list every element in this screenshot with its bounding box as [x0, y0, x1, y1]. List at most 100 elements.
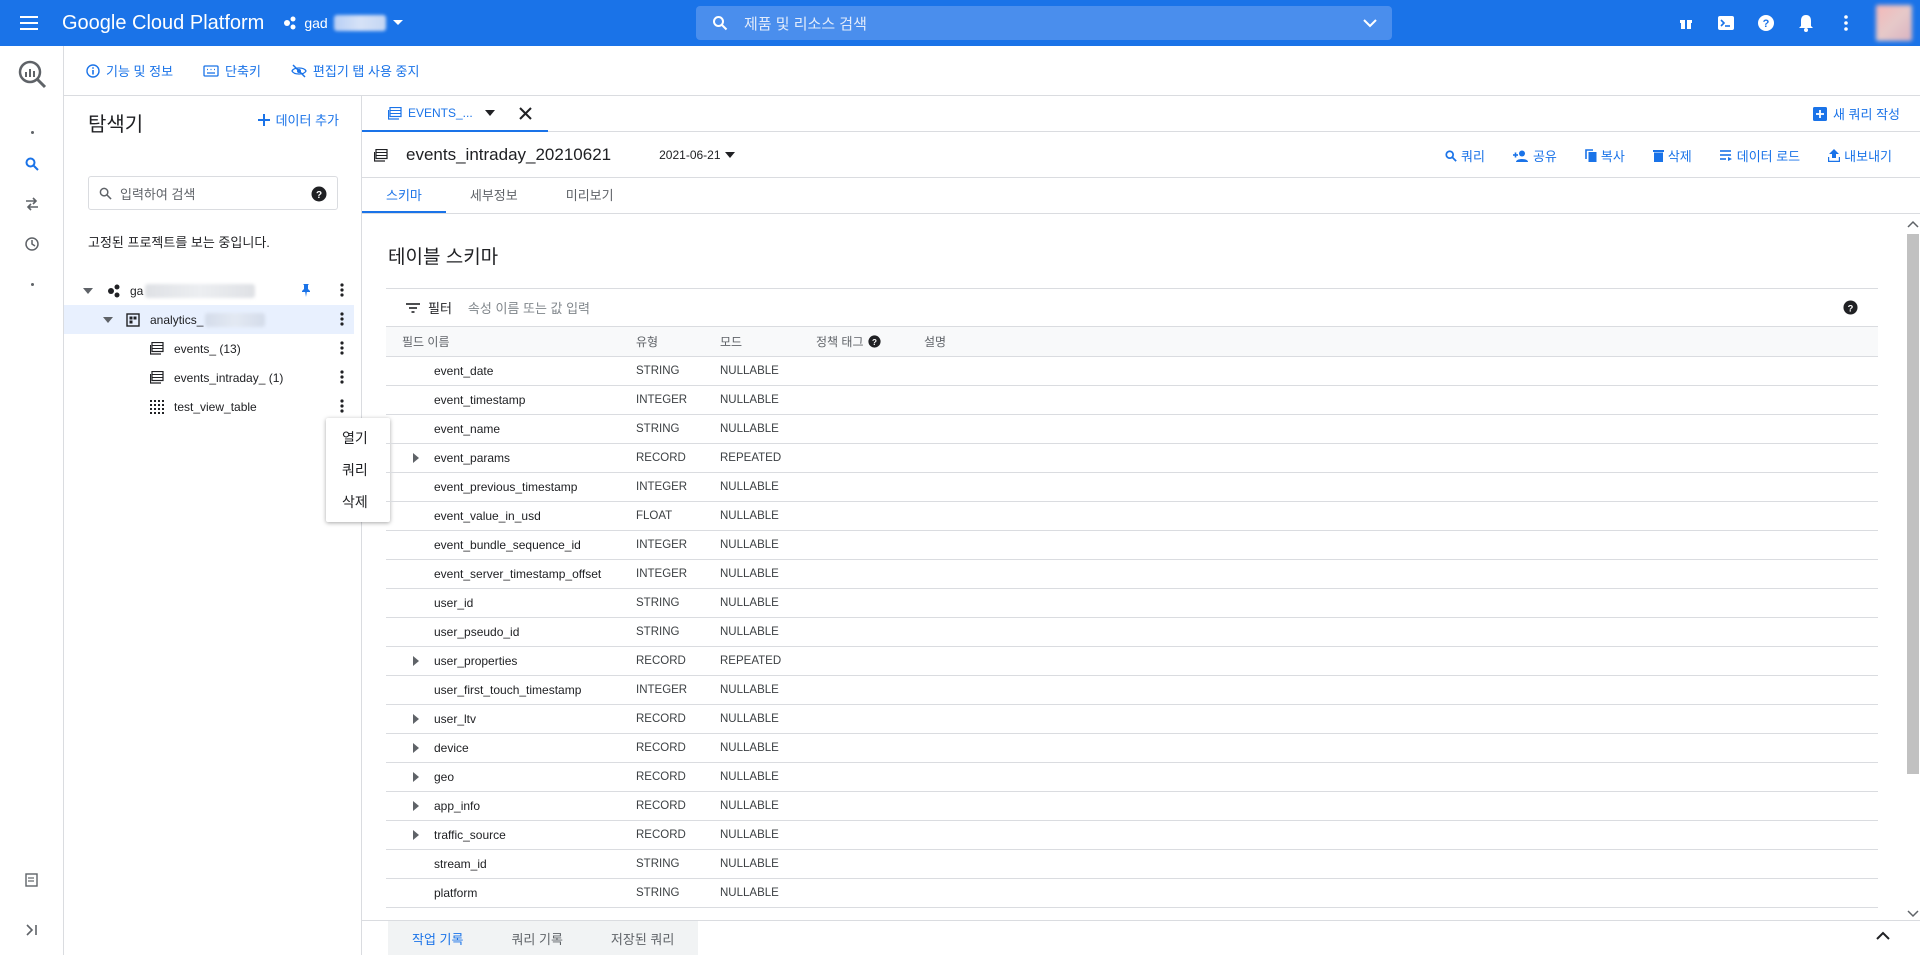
help-icon[interactable]: ? [1843, 300, 1858, 315]
expand-rail-icon[interactable] [22, 920, 42, 940]
field-mode: NULLABLE [720, 684, 779, 696]
field-name: event_date [434, 364, 494, 378]
tree-dataset-row[interactable]: analytics_ [64, 305, 354, 334]
expand-arrow-icon[interactable] [406, 453, 426, 463]
list-icon [1719, 150, 1732, 161]
tab-query-history[interactable]: 쿼리 기록 [487, 929, 586, 948]
collapse-arrow-icon[interactable] [102, 316, 114, 324]
chevron-up-icon[interactable] [1876, 931, 1890, 940]
gift-icon[interactable] [1676, 13, 1696, 33]
schema-row[interactable]: traffic_source RECORD NULLABLE [386, 821, 1878, 850]
expand-arrow-icon[interactable] [406, 743, 426, 753]
notifications-icon[interactable] [1796, 13, 1816, 33]
disable-editor-tabs-link[interactable]: 편집기 탭 사용 중지 [291, 61, 419, 80]
col-description[interactable]: 설명 [924, 333, 964, 350]
release-notes-icon[interactable] [22, 870, 42, 890]
more-vert-icon[interactable] [340, 370, 344, 384]
explorer-search-input[interactable]: 입력하여 검색 ? [88, 176, 338, 210]
schema-row[interactable]: event_params RECORD REPEATED [386, 444, 1878, 473]
history-icon[interactable] [22, 234, 42, 254]
schema-row[interactable]: app_info RECORD NULLABLE [386, 792, 1878, 821]
schema-row[interactable]: user_ltv RECORD NULLABLE [386, 705, 1878, 734]
schema-row[interactable]: event_server_timestamp_offset INTEGER NULL… [386, 560, 1878, 589]
load-data-button[interactable]: 데이터 로드 [1719, 146, 1800, 165]
resource-search-bar[interactable]: 제품 및 리소스 검색 [696, 6, 1392, 40]
schema-row[interactable]: geo RECORD NULLABLE [386, 763, 1878, 792]
schema-row[interactable]: user_properties RECORD REPEATED [386, 647, 1878, 676]
bigquery-logo-icon[interactable] [16, 58, 48, 93]
features-info-link[interactable]: 기능 및 정보 [86, 61, 173, 80]
help-icon[interactable]: ? [311, 186, 327, 202]
tab-saved-queries[interactable]: 저장된 쿼리 [587, 929, 698, 948]
field-name-cell: geo [386, 770, 636, 784]
expand-arrow-icon[interactable] [406, 772, 426, 782]
search-icon[interactable] [22, 154, 42, 174]
scroll-up-icon[interactable] [1907, 220, 1919, 228]
copy-button[interactable]: 복사 [1585, 146, 1625, 165]
more-vert-icon[interactable] [340, 399, 344, 413]
chevron-down-icon[interactable] [1362, 17, 1378, 29]
schema-row[interactable]: device RECORD NULLABLE [386, 734, 1878, 763]
schema-row[interactable]: event_date STRING NULLABLE [386, 357, 1878, 386]
table-actions: 쿼리 공유 복사 삭제 데이터 로드 내보내기 [1445, 146, 1892, 165]
add-data-button[interactable]: 데이터 추가 [257, 110, 339, 129]
schema-row[interactable]: event_bundle_sequence_id INTEGER NULLABLE [386, 531, 1878, 560]
col-policy-tag[interactable]: 정책 태그 ? [816, 333, 924, 350]
expand-arrow-icon[interactable] [406, 830, 426, 840]
schema-row[interactable]: platform STRING NULLABLE [386, 879, 1878, 908]
schema-row[interactable]: user_first_touch_timestamp INTEGER NULLABL… [386, 676, 1878, 705]
pin-icon[interactable] [300, 283, 312, 297]
col-type[interactable]: 유형 [636, 333, 720, 350]
more-vert-icon[interactable] [340, 341, 344, 355]
tab-schema[interactable]: 스키마 [362, 178, 446, 213]
export-button[interactable]: 내보내기 [1828, 146, 1892, 165]
col-field-name[interactable]: 필드 이름 [386, 333, 636, 350]
account-avatar[interactable] [1876, 5, 1912, 41]
scroll-down-icon[interactable] [1907, 910, 1919, 918]
tab-job-history[interactable]: 작업 기록 [388, 929, 487, 948]
collapse-arrow-icon[interactable] [82, 287, 94, 295]
expand-arrow-icon[interactable] [406, 801, 426, 811]
more-vert-icon[interactable] [1836, 13, 1856, 33]
cloud-shell-icon[interactable] [1716, 13, 1736, 33]
query-button[interactable]: 쿼리 [1445, 146, 1485, 165]
tab-events[interactable]: EVENTS_... [362, 96, 548, 132]
more-vert-icon[interactable] [340, 312, 344, 326]
tree-project-row[interactable]: ga [64, 276, 354, 305]
scrollbar-thumb[interactable] [1907, 234, 1919, 774]
filter-bar[interactable]: 필터 속성 이름 또는 값 입력 ? [386, 289, 1878, 327]
help-icon[interactable]: ? [1756, 13, 1776, 33]
schema-scrollbar[interactable] [1904, 218, 1920, 920]
project-selector[interactable]: gad [282, 15, 403, 31]
main-menu-icon[interactable] [20, 11, 44, 35]
resource-tree: ga analytics_ events_ (13) events_intrad… [64, 276, 354, 421]
dropdown-arrow-icon[interactable] [484, 110, 495, 116]
product-title[interactable]: Google Cloud Platform [62, 12, 264, 35]
schema-row[interactable]: event_name STRING NULLABLE [386, 415, 1878, 444]
tree-table-row[interactable]: events_intraday_ (1) [64, 363, 354, 392]
schema-row[interactable]: user_id STRING NULLABLE [386, 589, 1878, 618]
shortcuts-link[interactable]: 단축키 [203, 61, 261, 80]
share-button[interactable]: 공유 [1512, 146, 1557, 165]
schema-row[interactable]: stream_id STRING NULLABLE [386, 850, 1878, 879]
compose-new-query-button[interactable]: 새 쿼리 작성 [1812, 104, 1900, 123]
schema-row[interactable]: event_timestamp INTEGER NULLABLE [386, 386, 1878, 415]
more-vert-icon[interactable] [340, 283, 344, 297]
tab-details[interactable]: 세부정보 [446, 178, 542, 213]
help-icon[interactable]: ? [867, 335, 881, 348]
expand-arrow-icon[interactable] [406, 714, 426, 724]
add-icon [257, 113, 270, 126]
close-icon[interactable] [518, 106, 532, 120]
tab-preview[interactable]: 미리보기 [542, 178, 638, 213]
transfers-icon[interactable] [22, 194, 42, 214]
expand-arrow-icon[interactable] [406, 656, 426, 666]
field-type: FLOAT [636, 510, 673, 522]
schema-row[interactable]: user_pseudo_id STRING NULLABLE [386, 618, 1878, 647]
schema-row[interactable]: event_previous_timestamp INTEGER NULLABLE [386, 473, 1878, 502]
schema-row[interactable]: event_value_in_usd FLOAT NULLABLE [386, 502, 1878, 531]
col-mode[interactable]: 모드 [720, 333, 816, 350]
date-selector[interactable]: 2021-06-21 [659, 148, 735, 162]
delete-button[interactable]: 삭제 [1652, 146, 1692, 165]
tree-view-row[interactable]: test_view_table [64, 392, 354, 421]
tree-table-row[interactable]: events_ (13) [64, 334, 354, 363]
